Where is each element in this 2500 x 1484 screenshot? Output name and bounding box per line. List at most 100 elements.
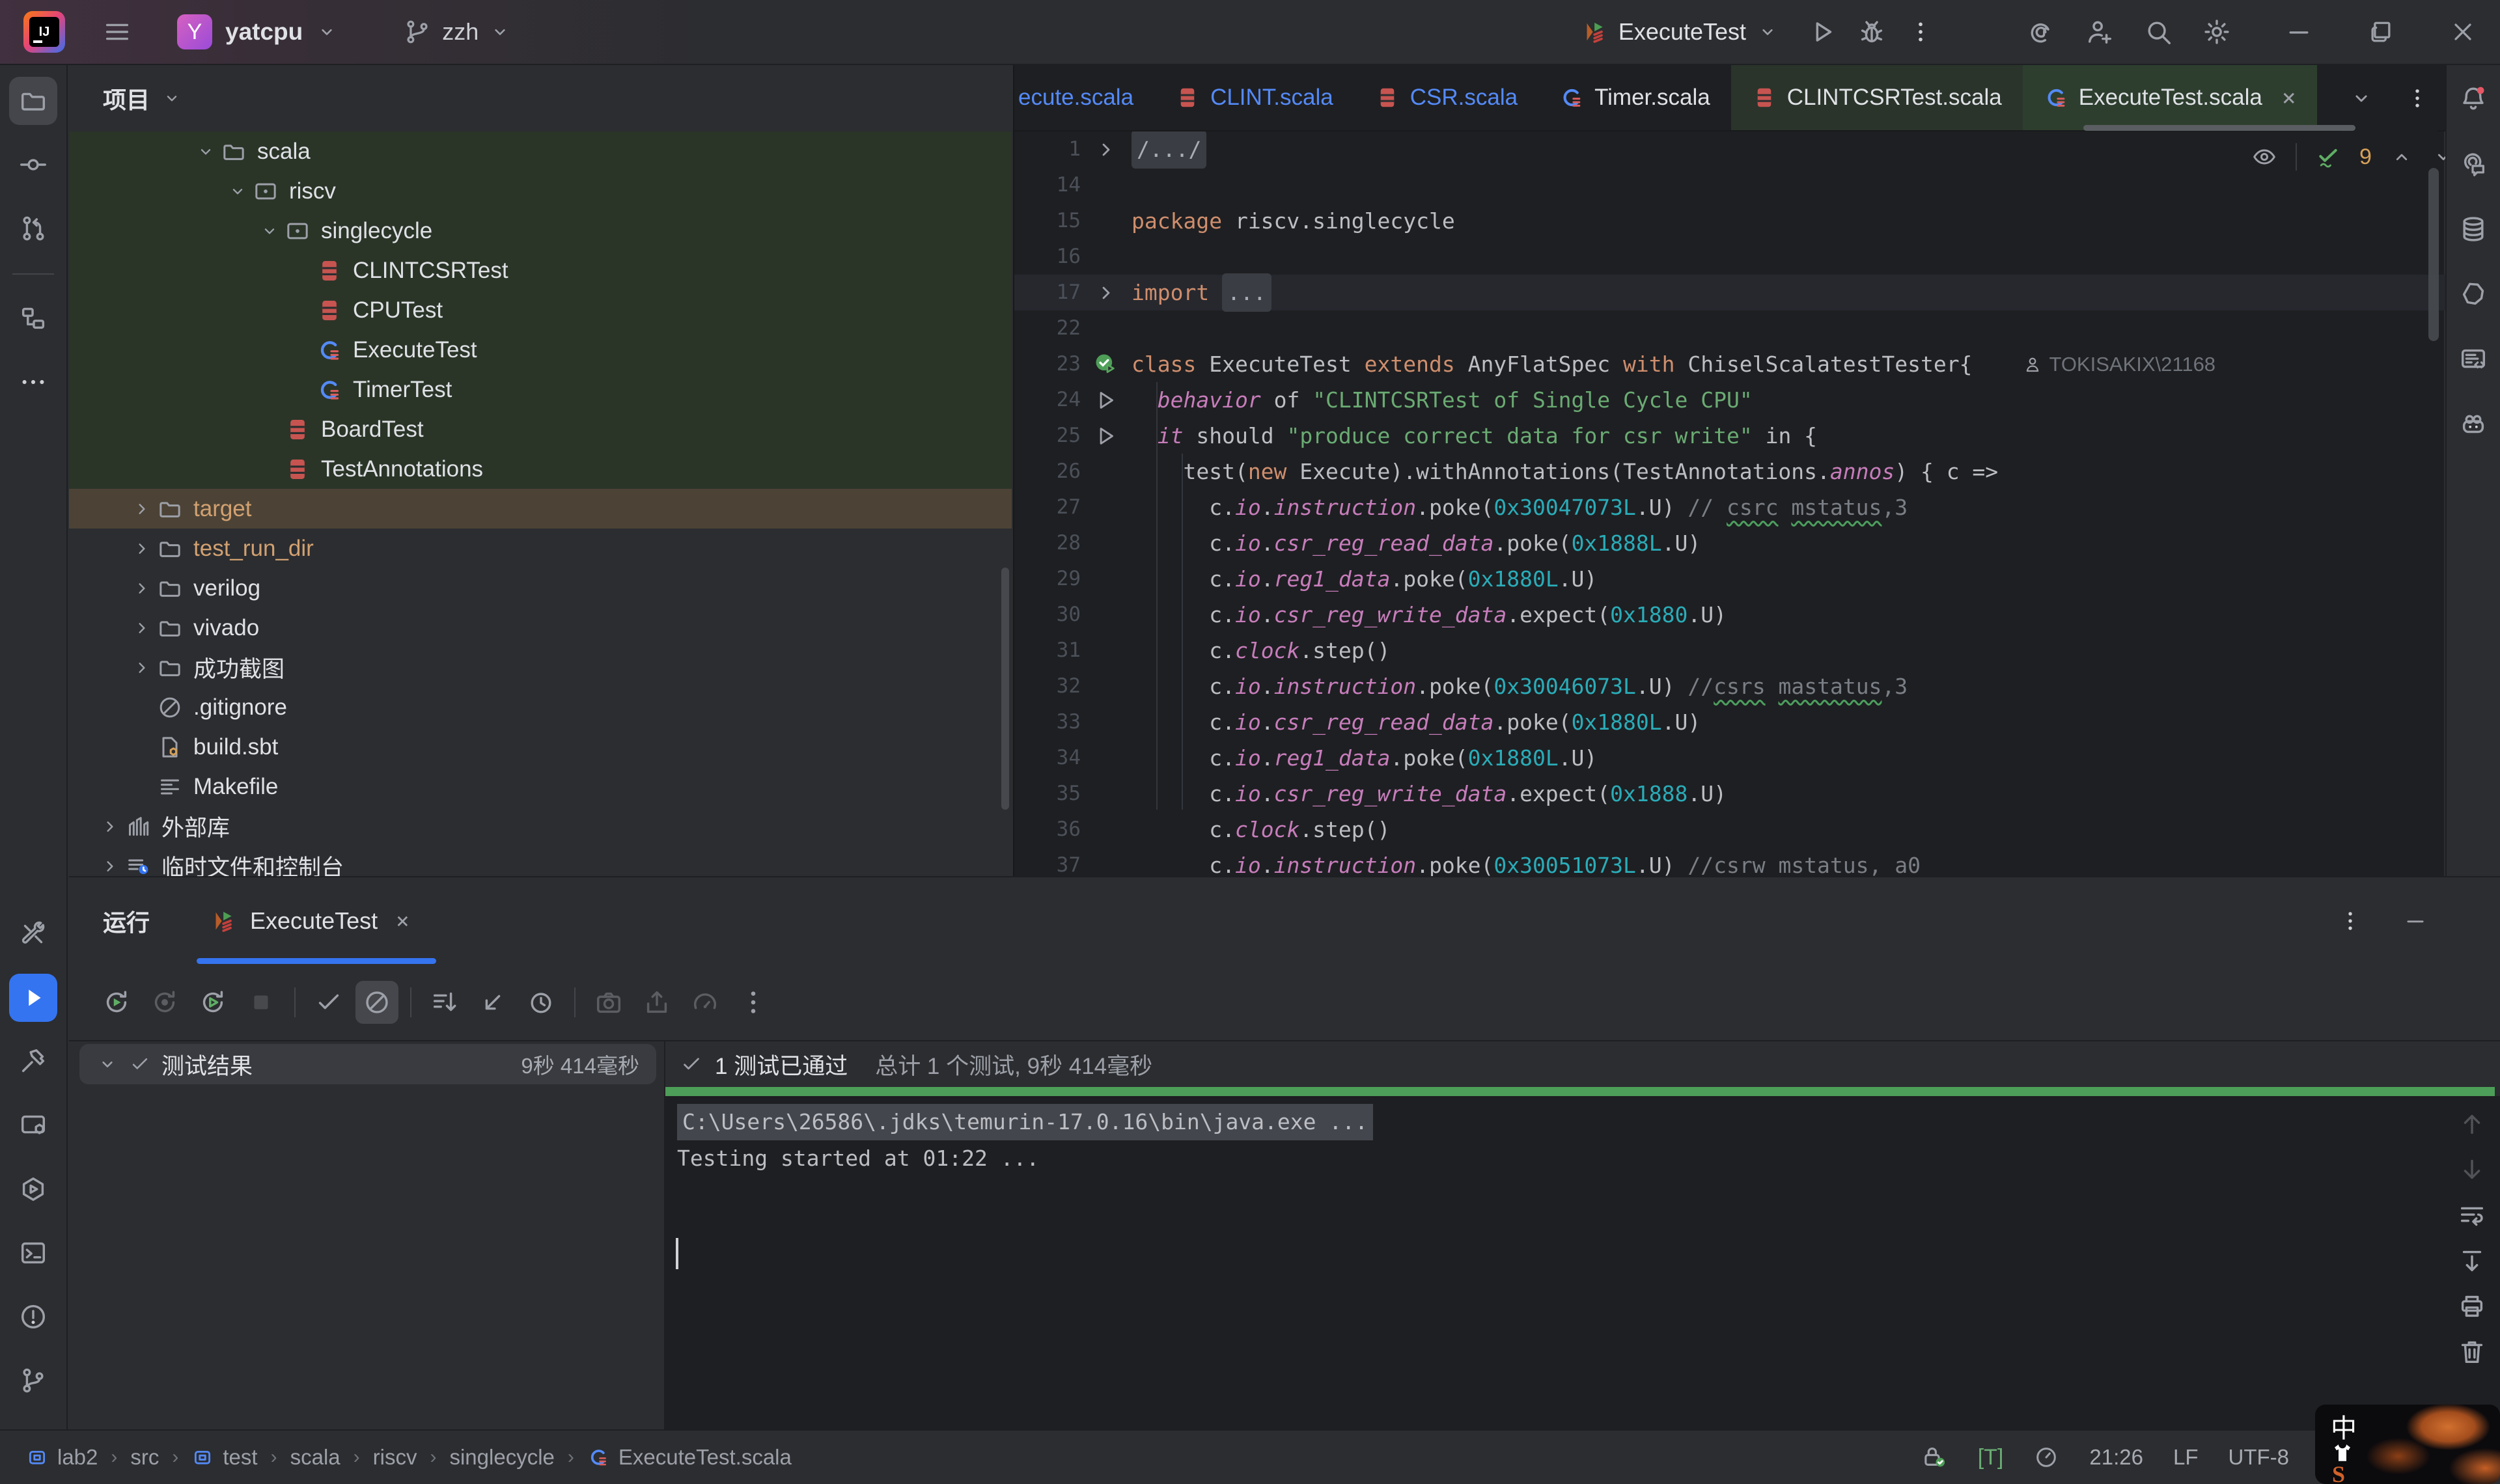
gutter-run-icon[interactable] [1081, 382, 1132, 418]
test-results-row[interactable]: 测试结果 9秒 414毫秒 [79, 1044, 656, 1084]
tree-item-18[interactable]: 临时文件和控制台 [69, 846, 1012, 876]
breadcrumb-item-singlecycle[interactable]: singlecycle [449, 1445, 554, 1470]
input-method-widget[interactable]: 中 S [2315, 1405, 2500, 1484]
tree-item-vivado[interactable]: vivado [69, 608, 1012, 648]
project-panel-header[interactable]: 项目 [69, 65, 1012, 131]
file-encoding-widget[interactable]: UTF-8 [2229, 1445, 2290, 1470]
terminal-tool-button[interactable] [9, 1229, 57, 1277]
line-separator-widget[interactable]: LF [2173, 1445, 2199, 1470]
assistant-robot-tool-button[interactable] [2455, 406, 2492, 443]
build-tool-button[interactable] [9, 1037, 57, 1086]
breadcrumb-item-src[interactable]: src [130, 1445, 159, 1470]
run-tab-executetest[interactable]: ExecuteTest × [211, 907, 410, 935]
database-tool-button[interactable] [2455, 211, 2492, 247]
tab-list-chevron-button[interactable] [2348, 85, 2375, 112]
test-console[interactable]: C:\Users\26586\.jdks\temurin-17.0.16\bin… [665, 1096, 2500, 1429]
tree-item-clintcsrtest[interactable]: CLINTCSRTest [69, 251, 1012, 290]
more-tool-button[interactable] [9, 358, 57, 406]
chevron-right-icon[interactable] [127, 653, 157, 683]
tab-scrollbar[interactable] [2083, 125, 2355, 131]
tree-item-scala[interactable]: scala [69, 131, 1012, 171]
tree-item-build.sbt[interactable]: build.sbt [69, 727, 1012, 767]
tree-item-singlecycle[interactable]: singlecycle [69, 211, 1012, 251]
notifications-tool-button[interactable] [2455, 81, 2492, 117]
build-tools-tool-button[interactable] [9, 910, 57, 958]
code-with-me-button[interactable] [2085, 17, 2115, 47]
more-vertical-button[interactable] [732, 981, 775, 1024]
run-button[interactable] [1807, 17, 1837, 47]
sort-by-declaration-button[interactable] [471, 981, 514, 1024]
tab-ecute.scala[interactable]: ecute.scala [1014, 65, 1154, 130]
breadcrumb-item-riscv[interactable]: riscv [373, 1445, 417, 1470]
minimize-button[interactable] [2284, 17, 2314, 47]
run-panel-options-button[interactable] [2337, 908, 2363, 934]
editor-scrollbar[interactable] [2428, 168, 2439, 341]
tree-item-test_run_dir[interactable]: test_run_dir [69, 529, 1012, 568]
code-editor[interactable]: 1/.../1415package riscv.singlecycle1617i… [1014, 131, 2445, 876]
sort-by-duration-button[interactable] [520, 981, 562, 1024]
debug-button[interactable] [1857, 17, 1887, 47]
chevron-right-icon[interactable] [95, 851, 125, 877]
sort-by-alphabet-button[interactable] [423, 981, 466, 1024]
close-button[interactable] [2448, 17, 2478, 47]
chevron-right-icon[interactable] [95, 812, 125, 842]
chevron-right-icon[interactable] [127, 573, 157, 603]
tree-item-riscv[interactable]: riscv [69, 171, 1012, 211]
notebook-tool-button[interactable] [2455, 276, 2492, 312]
auto-rerun-button[interactable] [191, 981, 234, 1024]
tree-item-makefile[interactable]: Makefile [69, 767, 1012, 806]
profiler-gauge-icon[interactable] [2033, 1444, 2059, 1470]
branch-widget[interactable]: zzh [403, 18, 511, 46]
more-run-options-button[interactable] [1906, 18, 1935, 46]
tree-item-testannotations[interactable]: TestAnnotations [69, 449, 1012, 489]
chevron-right-icon[interactable] [127, 613, 157, 643]
structure-tool-button[interactable] [9, 294, 57, 342]
tab-options-button[interactable] [2404, 85, 2431, 112]
tree-item-17[interactable]: 外部库 [69, 806, 1012, 846]
tree-item-target[interactable]: target [69, 489, 1012, 529]
project-tool-button[interactable] [9, 77, 57, 125]
tree-item-executetest[interactable]: ExecuteTest [69, 330, 1012, 370]
gutter-pass-icon[interactable] [1081, 346, 1132, 382]
services-tool-button[interactable] [9, 1165, 57, 1213]
scroll-to-end-button[interactable] [2457, 1246, 2487, 1276]
tab-clint.scala[interactable]: CLINT.scala [1154, 65, 1354, 130]
run-tool-button[interactable] [9, 974, 57, 1022]
tree-item-cputest[interactable]: CPUTest [69, 290, 1012, 330]
version-control-tool-button[interactable] [9, 1356, 57, 1405]
run-configuration-selector[interactable]: ExecuteTest [1582, 18, 1779, 46]
commit-tool-button[interactable] [9, 141, 57, 189]
tab-executetest.scala[interactable]: ExecuteTest.scala× [2023, 65, 2317, 130]
chevron-right-icon[interactable] [127, 534, 157, 564]
tree-item-.gitignore[interactable]: .gitignore [69, 687, 1012, 727]
tab-csr.scala[interactable]: CSR.scala [1354, 65, 1538, 130]
inspections-widget[interactable]: 9 [2251, 143, 2455, 171]
soft-wrap-button[interactable] [2457, 1200, 2487, 1230]
chevron-down-icon[interactable] [223, 176, 253, 206]
tree-item-13[interactable]: 成功截图 [69, 648, 1012, 687]
maximize-button[interactable] [2366, 17, 2396, 47]
breadcrumb-item-executetest.scala[interactable]: ExecuteTest.scala [587, 1445, 792, 1470]
gutter-run-icon[interactable] [1081, 418, 1132, 454]
lock-icon[interactable] [1921, 1444, 1948, 1471]
clear-button[interactable] [2457, 1337, 2487, 1367]
documentation-tool-button[interactable] [2455, 341, 2492, 378]
search-everywhere-button[interactable] [2143, 17, 2173, 47]
breadcrumb-item-test[interactable]: test [191, 1445, 257, 1470]
main-menu-button[interactable] [99, 14, 135, 50]
hide-panel-button[interactable] [2402, 908, 2428, 934]
rerun-button[interactable] [95, 981, 138, 1024]
chevron-down-icon[interactable] [191, 137, 221, 167]
tab-timer.scala[interactable]: Timer.scala [1538, 65, 1731, 130]
test-results-tree[interactable]: 测试结果 9秒 414毫秒 [69, 1041, 665, 1429]
print-button[interactable] [2457, 1291, 2487, 1321]
tree-item-verilog[interactable]: verilog [69, 568, 1012, 608]
prev-problem-button[interactable] [2390, 145, 2413, 169]
gutter-fold-icon[interactable] [1081, 275, 1132, 310]
project-widget[interactable]: Y yatcpu [177, 14, 338, 49]
code-vision-author[interactable]: TOKISAKIX\21168 [2023, 346, 2215, 382]
chevron-down-icon[interactable] [255, 216, 285, 246]
reader-mode-eye-icon[interactable] [2251, 144, 2277, 170]
settings-button[interactable] [2202, 17, 2232, 47]
problems-tool-button[interactable] [9, 1293, 57, 1341]
